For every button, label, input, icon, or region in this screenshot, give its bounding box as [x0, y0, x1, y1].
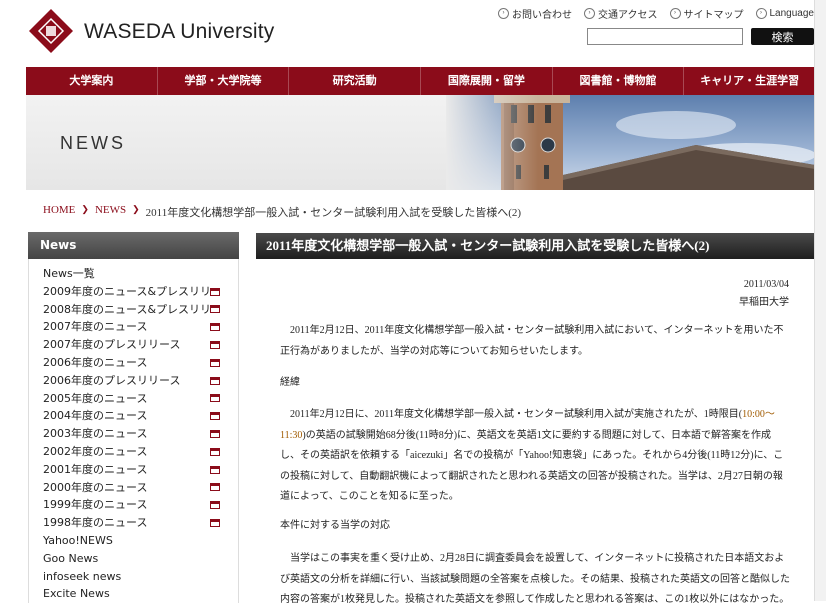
utility-links: › お問い合わせ › 交通アクセス › サイトマップ › Language — [498, 6, 814, 21]
chevron-right-icon: ❯ — [132, 204, 140, 214]
article-title: 2011年度文化構想学部一般入試・センター試験利用入試を受験した皆様へ(2) — [256, 233, 815, 259]
chevron-right-icon: › — [584, 8, 595, 19]
breadcrumb-news[interactable]: NEWS — [95, 204, 126, 220]
sidebar-item-label: 2008年度のニュース&プレスリリース — [43, 302, 210, 316]
global-nav: 大学案内 学部・大学院等 研究活動 国際展開・留学 図書館・博物館 キャリア・生… — [26, 67, 815, 95]
sidebar-item-label: 2007年度のプレスリリース — [43, 338, 181, 352]
new-window-icon — [210, 358, 220, 367]
nav-item-international[interactable]: 国際展開・留学 — [421, 67, 553, 95]
breadcrumb: HOME ❯ NEWS ❯ 2011年度文化構想学部一般入試・センター試験利用入… — [43, 204, 521, 220]
waseda-logo-icon[interactable] — [28, 8, 74, 54]
sidebar-item-label: 2003年度のニュース — [43, 427, 148, 441]
article-org: 早稲田大学 — [739, 297, 789, 308]
sidebar-item-label: 2000年度のニュース — [43, 480, 148, 494]
sidebar-item-label: Goo News — [43, 551, 99, 565]
section-heading-background: 経緯 — [280, 377, 300, 388]
new-window-icon — [210, 305, 220, 314]
sidebar-item-label: 2006年度のニュース — [43, 355, 148, 369]
sidebar-item-label: News一覧 — [43, 267, 95, 280]
sidebar-item[interactable]: 2007年度のプレスリリース — [43, 336, 228, 354]
search-input[interactable] — [587, 28, 743, 45]
nav-item-faculties[interactable]: 学部・大学院等 — [158, 67, 290, 95]
new-window-icon — [210, 519, 220, 528]
util-link-sitemap[interactable]: › サイトマップ — [669, 6, 744, 21]
sidebar-item-label: infoseek news — [43, 569, 122, 583]
new-window-icon — [210, 376, 220, 385]
sidebar-item[interactable]: 2005年度のニュース — [43, 390, 228, 408]
sidebar-item-label: 2009年度のニュース&プレスリリース — [43, 284, 210, 298]
chevron-right-icon: › — [755, 8, 767, 19]
new-window-icon — [210, 394, 220, 403]
sidebar-title: News — [28, 232, 239, 259]
new-window-icon — [210, 287, 220, 296]
nav-item-career[interactable]: キャリア・生涯学習 — [684, 67, 815, 95]
sidebar-item-label: 2005年度のニュース — [43, 391, 148, 405]
util-link-language[interactable]: › Language — [755, 6, 814, 21]
util-link-access[interactable]: › 交通アクセス — [584, 6, 658, 21]
new-window-icon — [210, 341, 220, 350]
sidebar-item[interactable]: Goo News — [43, 550, 228, 568]
sidebar-item[interactable]: 2008年度のニュース&プレスリリース — [43, 301, 228, 319]
sidebar-list: News一覧 2009年度のニュース&プレスリリース 2008年度のニュース&プレス… — [28, 259, 239, 604]
article-paragraph-3: 当学はこの事実を重く受け止め、2月28日に調査委員会を設置して、インターネットに… — [280, 553, 790, 605]
sidebar-item[interactable]: infoseek news — [43, 568, 228, 586]
new-window-icon — [210, 483, 220, 492]
sidebar-item-label: Excite News — [43, 587, 110, 601]
new-window-icon — [210, 430, 220, 439]
clock-tower-image — [446, 95, 815, 190]
sidebar-item[interactable]: 2009年度のニュース&プレスリリース — [43, 283, 228, 301]
new-window-icon — [210, 465, 220, 474]
article-date: 2011/03/04 — [743, 279, 789, 290]
page-banner: NEWS — [26, 95, 815, 190]
sidebar-item[interactable]: Yahoo!NEWS — [43, 532, 228, 550]
article-paragraph-1: 2011年2月12日、2011年度文化構想学部一般入試・センター試験利用入試にお… — [280, 325, 784, 357]
sidebar-item-label: 2006年度のプレスリリース — [43, 373, 181, 387]
sidebar-item-label: 2002年度のニュース — [43, 444, 148, 458]
scrollbar[interactable] — [814, 0, 826, 601]
search-button[interactable]: 検索 — [751, 28, 814, 45]
article-paragraph-2: 2011年2月12日に、2011年度文化構想学部一般入試・センター試験利用入試が… — [280, 409, 784, 502]
util-link-contact[interactable]: › お問い合わせ — [498, 6, 572, 21]
sidebar-item[interactable]: 2006年度のニュース — [43, 354, 228, 372]
logo-text[interactable]: WASEDA University — [84, 20, 275, 44]
chevron-right-icon: ❯ — [81, 204, 89, 214]
new-window-icon — [210, 412, 220, 421]
new-window-icon — [210, 501, 220, 510]
sidebar-item[interactable]: 1998年度のニュース — [43, 514, 228, 532]
sidebar-item-label: 1998年度のニュース — [43, 516, 148, 530]
sidebar-item[interactable]: 2006年度のプレスリリース — [43, 372, 228, 390]
nav-item-research[interactable]: 研究活動 — [289, 67, 422, 95]
sidebar-item-label: Yahoo!NEWS — [43, 533, 113, 547]
sidebar-item[interactable]: 2002年度のニュース — [43, 443, 228, 461]
sidebar-item[interactable]: 1999年度のニュース — [43, 496, 228, 514]
nav-item-about[interactable]: 大学案内 — [26, 67, 158, 95]
sidebar-item-label: 2007年度のニュース — [43, 320, 148, 334]
breadcrumb-home[interactable]: HOME — [43, 204, 75, 220]
sidebar-item[interactable]: 2007年度のニュース — [43, 318, 228, 336]
chevron-right-icon: › — [498, 8, 509, 19]
sidebar: News News一覧 2009年度のニュース&プレスリリース 2008年度のニュー… — [28, 232, 239, 604]
sidebar-item[interactable]: 2003年度のニュース — [43, 425, 228, 443]
nav-item-library[interactable]: 図書館・博物館 — [553, 67, 685, 95]
new-window-icon — [210, 323, 220, 332]
chevron-right-icon: › — [669, 8, 681, 19]
sidebar-item[interactable]: News一覧 — [43, 265, 228, 283]
sidebar-item-label: 2004年度のニュース — [43, 409, 148, 423]
breadcrumb-current: 2011年度文化構想学部一般入試・センター試験利用入試を受験した皆様へ(2) — [145, 207, 522, 219]
sidebar-item[interactable]: 2000年度のニュース — [43, 479, 228, 497]
sidebar-item-label: 1999年度のニュース — [43, 498, 148, 512]
sidebar-item[interactable]: Excite News — [43, 585, 228, 603]
section-heading-response: 本件に対する当学の対応 — [280, 520, 390, 531]
new-window-icon — [210, 447, 220, 456]
sidebar-item[interactable]: 2004年度のニュース — [43, 407, 228, 425]
sidebar-item-label: 2001年度のニュース — [43, 462, 148, 476]
sidebar-item[interactable]: 2001年度のニュース — [43, 461, 228, 479]
banner-title: NEWS — [60, 133, 126, 153]
